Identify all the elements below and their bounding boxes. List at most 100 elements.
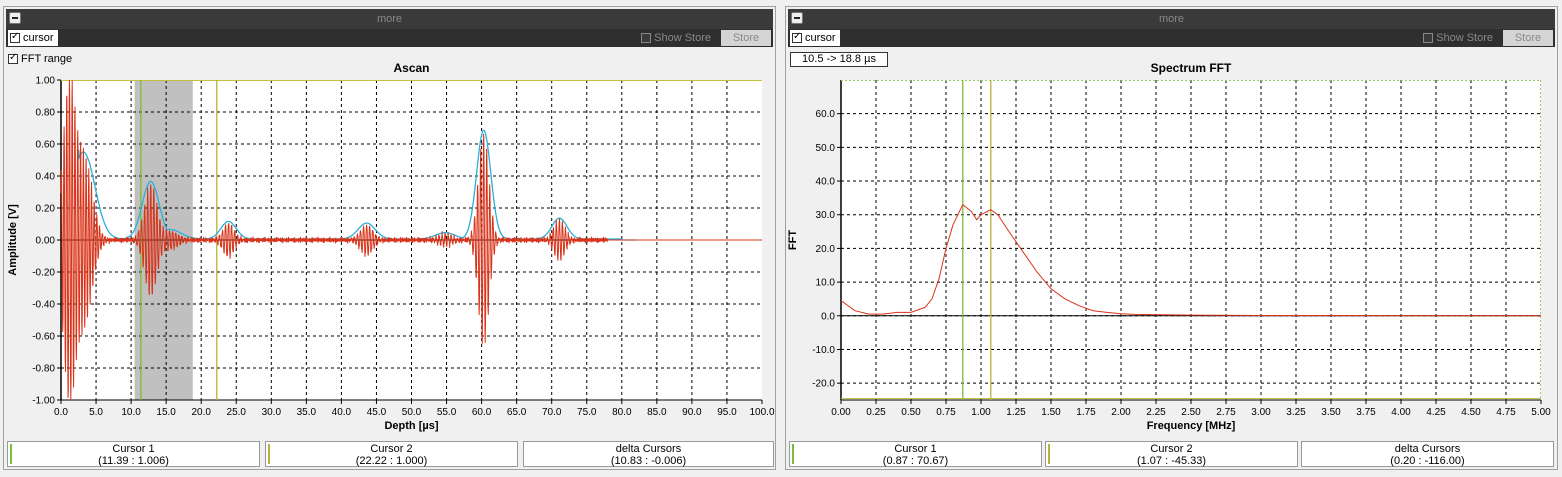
x-tick-label: 4.00 <box>1391 407 1411 418</box>
checkbox-icon[interactable] <box>792 31 802 43</box>
x-tick-label: 4.50 <box>1461 407 1481 418</box>
cursor-checkbox[interactable]: cursor <box>790 30 840 46</box>
y-tick-label: -0.80 <box>32 364 55 375</box>
y-tick-label: 30.0 <box>816 210 836 221</box>
show-store-label: Show Store <box>654 32 711 44</box>
cursor2-label: Cursor 2 <box>1150 443 1193 455</box>
x-tick-label: 0.75 <box>936 407 956 418</box>
y-tick-label: 60.0 <box>816 109 836 120</box>
checkbox-icon[interactable] <box>641 33 652 43</box>
show-store-checkbox[interactable]: Show Store <box>641 32 711 44</box>
y-axis-label: FFT <box>787 230 799 250</box>
x-tick-label: 100.0 <box>749 407 774 418</box>
y-tick-label: -0.60 <box>32 332 55 343</box>
x-tick-label: 1.25 <box>1006 407 1026 418</box>
cursor1-value: (11.39 : 1.006) <box>98 455 169 467</box>
ascan-panel: more cursor Show Store Store FFT range A… <box>3 6 776 470</box>
x-tick-label: 90.0 <box>682 407 702 418</box>
x-tick-label: 40.0 <box>332 407 352 418</box>
x-tick-label: 25.0 <box>227 407 247 418</box>
x-tick-label: 1.00 <box>971 407 991 418</box>
y-tick-label: 0.20 <box>36 204 56 215</box>
fft-chart[interactable]: Spectrum FFT 0.00 0.25 0.50 0.75 1.00 1.25 1.50… <box>786 51 1557 441</box>
cursor2-value: (1.07 : -45.33) <box>1136 455 1207 467</box>
y-tick-label: 40.0 <box>816 177 836 188</box>
x-tick-label: 60.0 <box>472 407 492 418</box>
x-tick-label: 65.0 <box>507 407 527 418</box>
cursor2-value: (22.22 : 1.000) <box>355 455 428 467</box>
y-tick-label: 0.60 <box>36 140 56 151</box>
ascan-chart[interactable]: Ascan 0.0 5.0 10.0 15.0 20.0 25.0 30.0 35.0 40.0 4… <box>4 51 775 441</box>
y-axis-label: Amplitude [V] <box>7 204 19 276</box>
x-tick-label: 80.0 <box>612 407 632 418</box>
more-label[interactable]: more <box>788 13 1555 25</box>
x-tick-label: 3.75 <box>1356 407 1376 418</box>
y-tick-label: -20.0 <box>812 379 835 390</box>
x-tick-label: 0.25 <box>866 407 886 418</box>
store-button[interactable]: Store <box>721 30 771 46</box>
x-tick-label: 2.00 <box>1111 407 1131 418</box>
y-tick-label: 0.80 <box>36 108 56 119</box>
panel-toolbar: cursor Show Store Store <box>788 29 1555 47</box>
cursor-checkbox-label: cursor <box>805 32 836 44</box>
x-tick-label: 4.75 <box>1496 407 1516 418</box>
delta-cursors-label: delta Cursors <box>615 443 682 455</box>
y-tick-label: 0.0 <box>821 311 835 322</box>
x-tick-label: 30.0 <box>262 407 282 418</box>
spectrum-panel: more cursor Show Store Store 10.5 -> 18.… <box>785 6 1558 470</box>
x-tick-label: 15.0 <box>156 407 176 418</box>
x-axis-label: Depth [µs] <box>384 420 438 432</box>
delta-cursors-value: (10.83 : -0.006) <box>610 455 687 467</box>
x-tick-label: 1.50 <box>1041 407 1061 418</box>
cursor2-readout: Cursor 2 (22.22 : 1.000) <box>265 441 518 467</box>
chart-title: Spectrum FFT <box>1151 61 1232 75</box>
more-label[interactable]: more <box>6 13 773 25</box>
x-tick-label: 45.0 <box>367 407 387 418</box>
cursor2-readout: Cursor 2 (1.07 : -45.33) <box>1045 441 1298 467</box>
y-tick-label: 1.00 <box>36 76 56 87</box>
y-tick-label: 0.40 <box>36 172 56 183</box>
x-tick-label: 4.25 <box>1426 407 1446 418</box>
y-tick-label: 20.0 <box>816 244 836 255</box>
x-tick-label: 85.0 <box>647 407 667 418</box>
x-tick-label: 35.0 <box>297 407 317 418</box>
x-tick-label: 3.25 <box>1286 407 1306 418</box>
cursor-checkbox[interactable]: cursor <box>8 30 58 46</box>
delta-cursors-readout: delta Cursors (0.20 : -116.00) <box>1301 441 1554 467</box>
y-tick-label: -0.20 <box>32 268 55 279</box>
x-tick-label: 2.50 <box>1181 407 1201 418</box>
cursor1-label: Cursor 1 <box>112 443 155 455</box>
x-tick-label: 75.0 <box>577 407 597 418</box>
checkbox-icon[interactable] <box>10 31 20 43</box>
cursor1-readout: Cursor 1 (0.87 : 70.67) <box>789 441 1042 467</box>
delta-cursors-label: delta Cursors <box>1394 443 1461 455</box>
x-tick-label: 0.0 <box>54 407 68 418</box>
cursor1-readout: Cursor 1 (11.39 : 1.006) <box>7 441 260 467</box>
chart-title: Ascan <box>393 61 429 75</box>
x-tick-label: 5.0 <box>89 407 103 418</box>
x-tick-label: 95.0 <box>717 407 737 418</box>
cursor1-label: Cursor 1 <box>894 443 937 455</box>
y-tick-label: -0.40 <box>32 300 55 311</box>
store-button[interactable]: Store <box>1503 30 1553 46</box>
x-tick-label: 5.00 <box>1531 407 1551 418</box>
cursor1-value: (0.87 : 70.67) <box>882 455 949 467</box>
cursor-checkbox-label: cursor <box>23 32 54 44</box>
show-store-label: Show Store <box>1436 32 1493 44</box>
x-tick-label: 3.50 <box>1321 407 1341 418</box>
y-tick-label: -1.00 <box>32 396 55 407</box>
checkbox-icon[interactable] <box>1423 33 1434 43</box>
x-tick-label: 2.25 <box>1146 407 1166 418</box>
x-tick-label: 50.0 <box>402 407 422 418</box>
x-tick-label: 1.75 <box>1076 407 1096 418</box>
x-tick-label: 3.00 <box>1251 407 1271 418</box>
panel-toolbar: cursor Show Store Store <box>6 29 773 47</box>
delta-cursors-value: (0.20 : -116.00) <box>1390 455 1465 467</box>
x-axis-label: Frequency [MHz] <box>1147 420 1236 432</box>
y-tick-label: 10.0 <box>816 278 836 289</box>
panel-header: more <box>788 9 1555 29</box>
x-tick-label: 20.0 <box>191 407 211 418</box>
delta-cursors-readout: delta Cursors (10.83 : -0.006) <box>523 441 774 467</box>
x-tick-label: 55.0 <box>437 407 457 418</box>
show-store-checkbox[interactable]: Show Store <box>1423 32 1493 44</box>
